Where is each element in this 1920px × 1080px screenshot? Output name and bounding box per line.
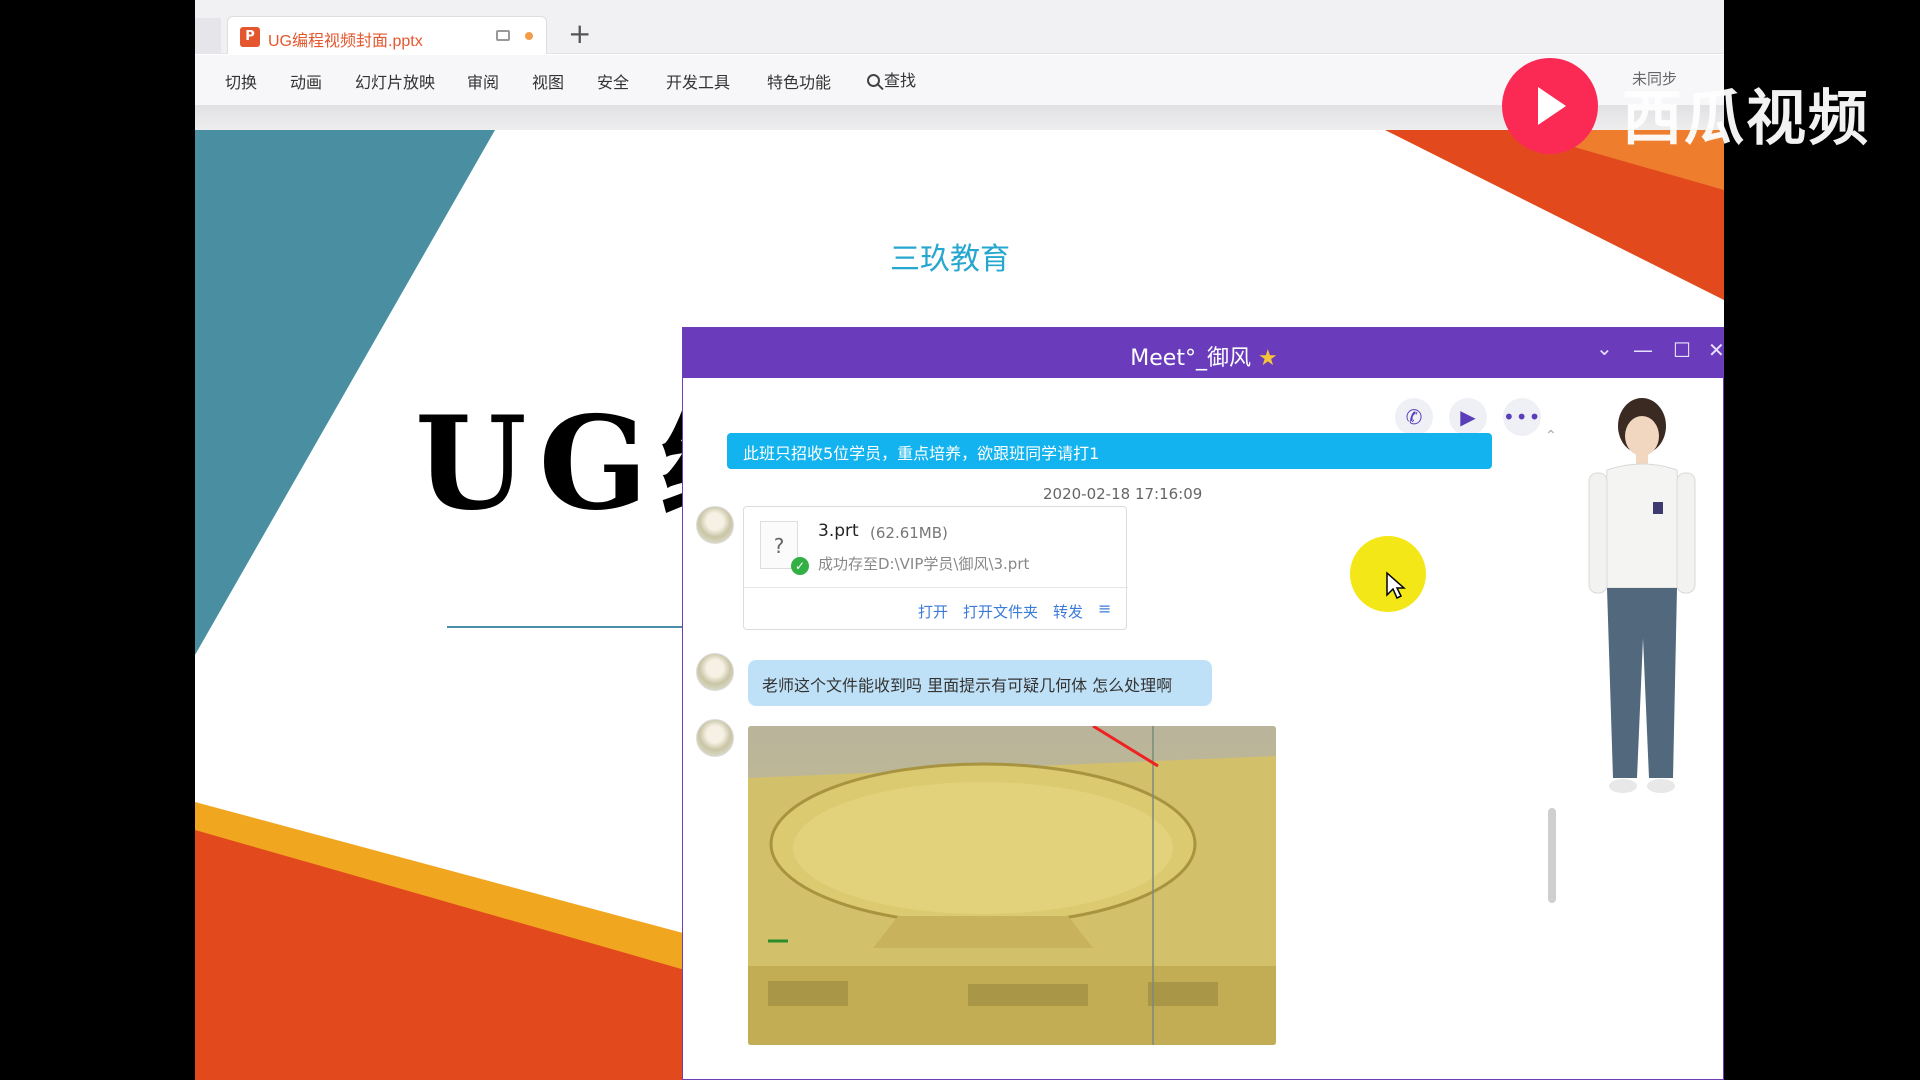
avatar[interactable] bbox=[696, 506, 734, 544]
chat-titlebar[interactable]: Meet°_御风 ★ ⌄ — ☐ ✕ bbox=[683, 328, 1723, 378]
chat-window: Meet°_御风 ★ ⌄ — ☐ ✕ ✆ ▶ ••• 此班只招收5位学员，重点培… bbox=[682, 327, 1724, 1080]
ribbon-menu: 切换 动画 幻灯片放映 审阅 视图 安全 开发工具 特色功能 查找 bbox=[195, 55, 1724, 105]
file-size: (62.61MB) bbox=[870, 524, 948, 542]
file-name: 3.prt bbox=[818, 521, 859, 541]
ppt-file-icon: P bbox=[240, 27, 260, 47]
menu-developer-tools[interactable]: 开发工具 bbox=[666, 69, 730, 93]
home-tab-stub[interactable] bbox=[195, 18, 221, 54]
screen-recording: P UG编程视频封面.pptx + 切换 动画 幻灯片放映 审阅 视图 安全 开… bbox=[0, 0, 1920, 1080]
menu-transition[interactable]: 切换 bbox=[225, 69, 257, 93]
phone-call-icon[interactable]: ✆ bbox=[1395, 398, 1433, 436]
slide-divider-line bbox=[447, 626, 687, 628]
ribbon-shadow bbox=[195, 105, 1724, 130]
xigua-video-logo bbox=[1502, 58, 1598, 154]
monitor-icon[interactable] bbox=[496, 30, 510, 41]
file-save-status: 成功存至D:\VIP学员\御风\3.prt bbox=[818, 555, 1030, 573]
menu-slideshow[interactable]: 幻灯片放映 bbox=[355, 69, 435, 93]
search-icon bbox=[867, 74, 880, 87]
menu-special-features[interactable]: 特色功能 bbox=[767, 69, 831, 93]
collapse-icon[interactable]: ⌃ bbox=[1545, 428, 1557, 444]
maximize-button[interactable]: ☐ bbox=[1673, 338, 1691, 362]
forward-link[interactable]: 转发 bbox=[1053, 601, 1083, 622]
contact-show-panel bbox=[1563, 378, 1723, 1079]
open-file-link[interactable]: 打开 bbox=[918, 601, 948, 622]
open-folder-link[interactable]: 打开文件夹 bbox=[963, 601, 1038, 622]
document-tab-title: UG编程视频封面.pptx bbox=[268, 33, 423, 50]
cad-screenshot-image[interactable] bbox=[748, 726, 1276, 1045]
search-label: 查找 bbox=[884, 71, 917, 90]
group-notice-bar[interactable]: 此班只招收5位学员，重点培养，欲跟班同学请打1 bbox=[727, 433, 1492, 469]
slide-brand-text: 三玖教育 bbox=[890, 242, 1010, 277]
unsaved-dot-icon bbox=[525, 32, 533, 40]
avatar[interactable] bbox=[696, 653, 734, 691]
cad-model-drawing bbox=[748, 726, 1276, 1045]
file-message-card[interactable]: ? ✓ 3.prt (62.61MB) 成功存至D:\VIP学员\御风\3.pr… bbox=[743, 506, 1128, 630]
menu-view[interactable]: 视图 bbox=[532, 69, 564, 93]
chat-title: Meet°_御风 ★ bbox=[683, 340, 1723, 372]
avatar-figure bbox=[1588, 398, 1696, 793]
menu-security[interactable]: 安全 bbox=[597, 69, 629, 93]
minimize-button[interactable]: — bbox=[1633, 338, 1653, 362]
menu-review[interactable]: 审阅 bbox=[467, 69, 499, 93]
divider bbox=[744, 587, 1128, 588]
document-tab[interactable]: P UG编程视频封面.pptx bbox=[227, 16, 547, 54]
text-message-bubble[interactable]: 老师这个文件能收到吗 里面提示有可疑几何体 怎么处理啊 bbox=[748, 660, 1212, 706]
check-icon: ✓ bbox=[791, 557, 809, 575]
chat-scrollbar[interactable] bbox=[1548, 808, 1556, 903]
more-options-icon[interactable]: ••• bbox=[1503, 398, 1541, 436]
star-icon: ★ bbox=[1257, 346, 1278, 371]
avatar[interactable] bbox=[696, 719, 734, 757]
new-tab-button[interactable]: + bbox=[568, 16, 591, 52]
search-menu[interactable]: 查找 bbox=[867, 67, 916, 91]
menu-animation[interactable]: 动画 bbox=[290, 69, 322, 93]
video-call-icon[interactable]: ▶ bbox=[1449, 398, 1487, 436]
chevron-down-icon[interactable]: ⌄ bbox=[1596, 336, 1613, 360]
play-icon bbox=[1538, 87, 1566, 125]
chat-body: ✆ ▶ ••• 此班只招收5位学员，重点培养，欲跟班同学请打1 ⌃ 2020-0… bbox=[683, 378, 1723, 1079]
mouse-pointer-icon bbox=[1386, 571, 1406, 600]
watermark-text: 西瓜视频 bbox=[1622, 84, 1870, 154]
menu-icon[interactable]: ≡ bbox=[1098, 599, 1111, 618]
message-timestamp: 2020-02-18 17:16:09 bbox=[1043, 485, 1203, 503]
close-button[interactable]: ✕ bbox=[1708, 338, 1723, 362]
document-tab-bar: P UG编程视频封面.pptx + bbox=[195, 0, 1724, 54]
contact-name: Meet°_御风 bbox=[1130, 346, 1251, 371]
